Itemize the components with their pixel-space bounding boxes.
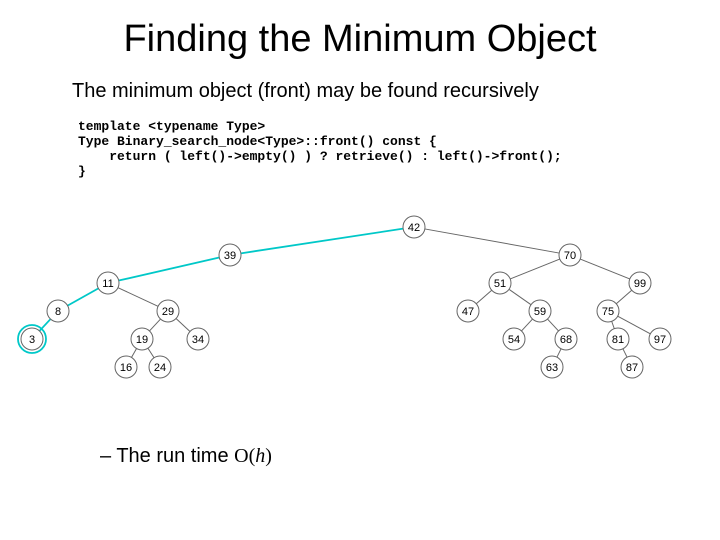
tree-node-label: 34 [192, 334, 204, 346]
code-block: template <typename Type> Type Binary_sea… [78, 120, 562, 180]
tree-edge [476, 290, 491, 304]
tree-node-label: 70 [564, 250, 576, 262]
highlight-edge [68, 288, 99, 305]
tree-edge [547, 319, 558, 331]
tree-node-label: 47 [462, 306, 474, 318]
tree-node-label: 29 [162, 306, 174, 318]
tree-node-label: 68 [560, 334, 572, 346]
tree-node-label: 63 [546, 362, 558, 374]
slide-subtitle: The minimum object (front) may be found … [72, 80, 539, 103]
tree-node-label: 51 [494, 278, 506, 290]
highlight-edge [119, 257, 220, 280]
tree-node-label: 11 [102, 278, 113, 290]
tree-edge [580, 259, 630, 279]
var-h: h [255, 445, 265, 467]
tree-edge [149, 319, 160, 331]
tree-node-label: 8 [55, 306, 61, 318]
tree-edge [131, 349, 136, 358]
slide: Finding the Minimum Object The minimum o… [0, 0, 720, 540]
tree-node-label: 97 [654, 334, 666, 346]
tree-diagram: 42 39 70 11 51 99 8 29 47 59 75 3 19 34 54 68 81 97 16 24 63… [0, 215, 720, 415]
highlight-edge [241, 229, 403, 254]
tree-edge [148, 348, 154, 357]
bullet-dash: – [100, 445, 116, 467]
tree-node-label: 59 [534, 306, 546, 318]
tree-highlight-path [18, 229, 403, 353]
tree-node-label: 24 [154, 362, 166, 374]
tree-node-label: 99 [634, 278, 646, 290]
tree-edge [623, 349, 627, 357]
tree-edge [425, 229, 559, 253]
tree-node-label: 16 [120, 362, 132, 374]
tree-edge [612, 321, 615, 328]
tree-edge [510, 259, 560, 279]
runtime-bullet: – The run time O(h) [100, 445, 272, 468]
tree-edge [616, 290, 631, 304]
tree-node-label: 3 [29, 334, 35, 346]
slide-title: Finding the Minimum Object [0, 18, 720, 61]
tree-node-label: 81 [612, 334, 624, 346]
tree-edge [557, 349, 561, 357]
tree-node-label: 87 [626, 362, 638, 374]
tree-node-label: 54 [508, 334, 520, 346]
tree-node-label: 39 [224, 250, 236, 262]
bullet-text: The run time [116, 445, 234, 467]
big-o: O [234, 445, 248, 467]
tree-edge [509, 289, 531, 304]
tree-nodes: 42 39 70 11 51 99 8 29 47 59 75 3 19 34 54 68 81 97 16 24 63… [21, 216, 671, 378]
tree-edge [521, 319, 532, 331]
tree-node-label: 75 [602, 306, 614, 318]
tree-edge [118, 288, 158, 307]
tree-node-label: 19 [136, 334, 148, 346]
tree-edge [176, 319, 190, 332]
paren-close: ) [265, 445, 272, 467]
tree-node-label: 42 [408, 222, 420, 234]
